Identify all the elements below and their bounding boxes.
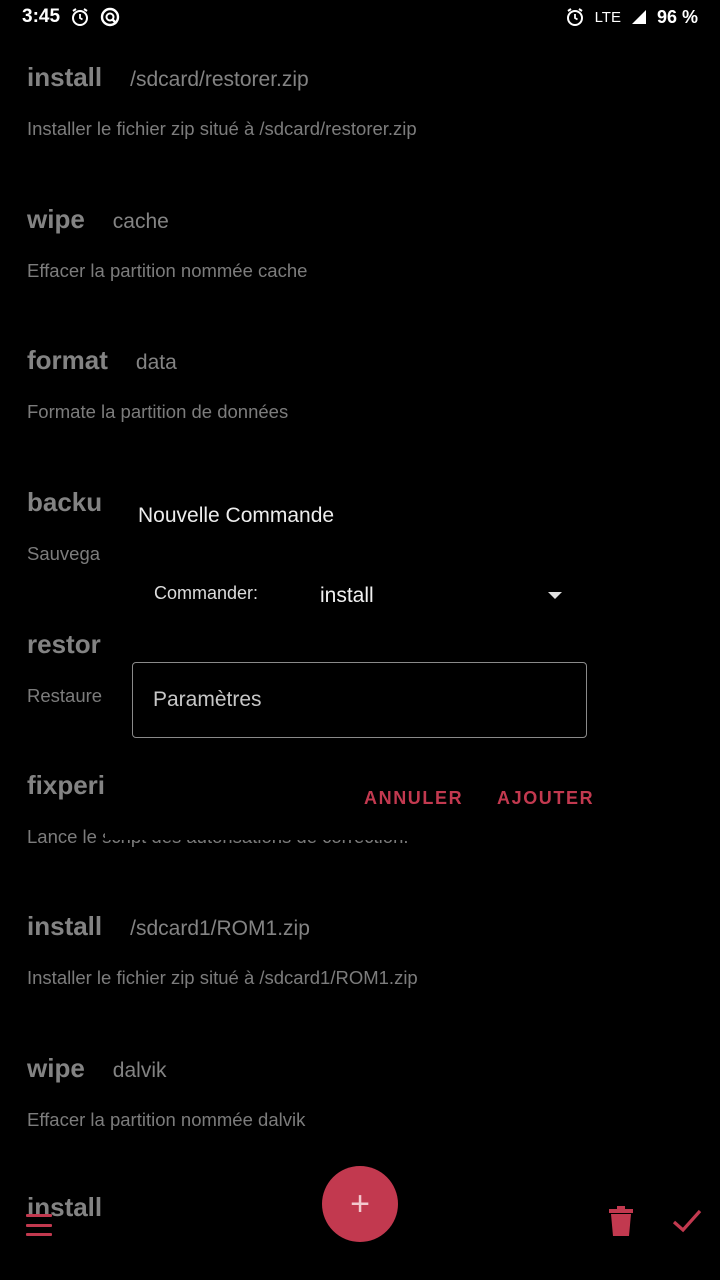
dialog-title: Nouvelle Commande xyxy=(138,504,335,527)
command-description: Formate la partition de données xyxy=(27,401,289,422)
command-param: dalvik xyxy=(112,1059,167,1082)
command-description: Installer le fichier zip situé à /sdcard… xyxy=(27,967,418,988)
vpn-icon xyxy=(100,7,120,27)
command-name: restor xyxy=(27,629,101,659)
parameters-input[interactable] xyxy=(132,662,587,738)
command-name: backu xyxy=(27,487,103,517)
alarm-clock-icon xyxy=(70,7,90,27)
command-name: wipe xyxy=(27,1053,85,1083)
command-name: fixperi xyxy=(27,770,106,800)
menu-icon[interactable] xyxy=(26,1214,52,1236)
command-item[interactable]: install /sdcard/restorer.zip Installer l… xyxy=(27,62,707,140)
check-icon[interactable] xyxy=(672,1208,702,1234)
command-param: /sdcard/restorer.zip xyxy=(130,68,309,91)
add-button[interactable]: AJOUTER xyxy=(497,788,594,809)
trash-icon[interactable] xyxy=(608,1206,634,1236)
bottom-bar xyxy=(0,1200,720,1280)
commander-value: install xyxy=(320,584,374,607)
command-item[interactable]: wipe dalvik Effacer la partition nommée … xyxy=(27,1053,707,1131)
alarm-icon xyxy=(565,7,585,27)
command-description: Effacer la partition nommée dalvik xyxy=(27,1109,306,1130)
commander-select[interactable]: install xyxy=(320,576,570,616)
new-command-dialog: Nouvelle Commande Commander: install ANN… xyxy=(105,470,615,840)
command-param: cache xyxy=(112,210,169,233)
commander-label: Commander: xyxy=(154,583,259,603)
command-item[interactable]: format data Formate la partition de donn… xyxy=(27,345,707,423)
cancel-button[interactable]: ANNULER xyxy=(364,788,463,809)
command-param: /sdcard1/ROM1.zip xyxy=(130,917,310,940)
status-left: 3:45 xyxy=(22,6,120,28)
battery-level: 96 % xyxy=(656,6,698,27)
status-time: 3:45 xyxy=(22,6,61,27)
command-description: Installer le fichier zip situé à /sdcard… xyxy=(27,118,417,139)
network-type: LTE xyxy=(594,8,621,26)
command-item[interactable]: install /sdcard1/ROM1.zip Installer le f… xyxy=(27,911,707,989)
status-right: LTE 96 % xyxy=(565,7,698,28)
signal-icon xyxy=(631,9,647,25)
command-name: install xyxy=(27,62,103,92)
command-name: format xyxy=(27,345,108,375)
command-item[interactable]: wipe cache Effacer la partition nommée c… xyxy=(27,204,707,282)
command-name: install xyxy=(27,911,103,941)
command-param: data xyxy=(135,351,177,374)
command-name: wipe xyxy=(27,204,85,234)
command-description: Effacer la partition nommée cache xyxy=(27,260,308,281)
dropdown-arrow-icon xyxy=(548,592,562,599)
status-bar: 3:45 LTE 96 % xyxy=(0,0,720,34)
